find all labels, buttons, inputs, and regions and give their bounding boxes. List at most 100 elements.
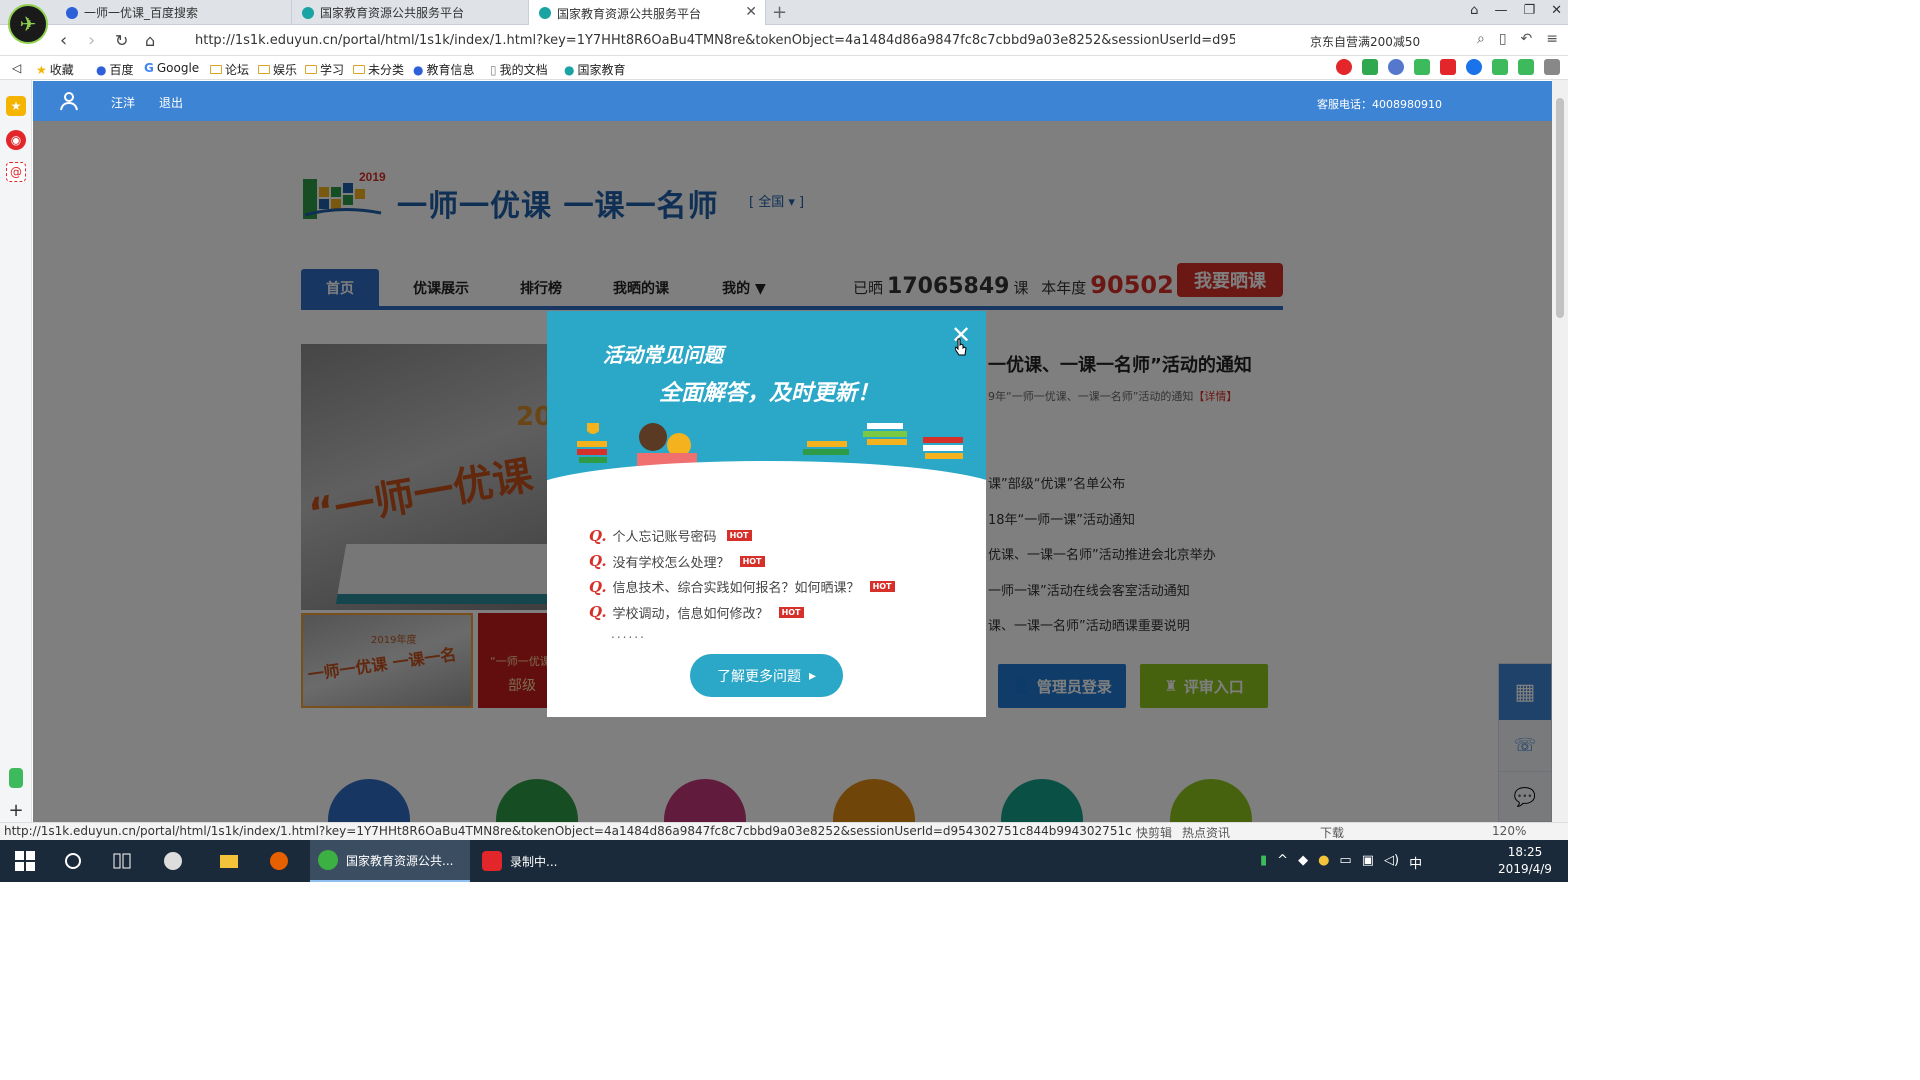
magnifier-icon[interactable] xyxy=(1466,59,1482,75)
reading-icon[interactable]: ▯ xyxy=(1499,31,1507,47)
logout-link[interactable]: 退出 xyxy=(159,94,183,111)
power-icon[interactable]: ▭ xyxy=(1339,853,1351,872)
weibo-icon[interactable]: ◉ xyxy=(6,130,26,150)
user-name-link[interactable]: 汪洋 xyxy=(111,94,135,111)
gamepad-icon[interactable] xyxy=(1492,59,1508,75)
tab-bar: 一师一优课_百度搜索 国家教育资源公共服务平台 国家教育资源公共服务平台 ✕ +… xyxy=(0,0,1568,26)
ime-indicator[interactable]: 中 xyxy=(1409,853,1422,872)
security-icon[interactable] xyxy=(1518,59,1534,75)
chevron-up-icon[interactable]: ^ xyxy=(1277,853,1288,872)
window-controls: ⌂ — ❐ ✕ xyxy=(1470,3,1562,18)
document-icon: ▯ xyxy=(490,62,497,77)
page-scrollbar[interactable] xyxy=(1552,80,1568,822)
close-window-button[interactable]: ✕ xyxy=(1551,3,1562,18)
sidebar-toggle-icon[interactable]: ◁ xyxy=(12,61,21,75)
faq-list: Q. 个人忘记账号密码 HOT Q. 没有学校怎么处理？ HOT Q. 信息技术、综合实践… xyxy=(589,523,895,625)
restore-button[interactable]: ❐ xyxy=(1523,3,1535,18)
hot-badge: HOT xyxy=(778,606,804,618)
undo-icon[interactable]: ↶ xyxy=(1521,31,1533,47)
new-tab-button[interactable]: + xyxy=(772,2,787,23)
more-questions-button[interactable]: 了解更多问题 ▸ xyxy=(690,654,843,697)
shield-icon[interactable] xyxy=(1362,59,1378,75)
translate-icon[interactable] xyxy=(1414,59,1430,75)
search-box[interactable]: 京东自营满200减50 xyxy=(1310,33,1420,50)
folder-icon xyxy=(258,65,270,74)
browser-logo[interactable]: ✈ xyxy=(8,4,48,44)
eduyun-site-icon xyxy=(302,6,314,19)
adblock-icon[interactable] xyxy=(1336,59,1352,75)
hot-news-button[interactable]: 热点资讯 xyxy=(1182,824,1230,841)
battery-icon[interactable] xyxy=(9,768,23,788)
search-icon[interactable]: ⌕ xyxy=(1477,31,1485,47)
clock[interactable]: 18:25 2019/4/9 xyxy=(1490,844,1560,878)
modal-heading-2: 全面解答，及时更新！ xyxy=(659,381,880,406)
toolbar-right: ⌕ ▯ ↶ ≡ xyxy=(1477,31,1558,47)
bookmark-national-edu[interactable]: ● 国家教育 xyxy=(564,61,626,78)
search-icon[interactable] xyxy=(62,850,84,872)
task-view-icon[interactable] xyxy=(111,850,133,872)
menu-icon[interactable]: ≡ xyxy=(1546,31,1558,47)
forward-button[interactable]: › xyxy=(88,30,95,51)
browser-sidebar: ★ ◉ @ + xyxy=(0,80,32,822)
faq-item[interactable]: Q. 学校调动，信息如何修改？ HOT xyxy=(589,600,895,626)
modal-header: 活动常见问题 全面解答，及时更新！ ✕ xyxy=(547,311,986,541)
folder-icon xyxy=(305,65,317,74)
minimize-button[interactable]: — xyxy=(1494,3,1507,18)
faq-item[interactable]: Q. 信息技术、综合实践如何报名？如何晒课？ HOT xyxy=(589,574,895,600)
user-icon[interactable] xyxy=(59,91,79,111)
eduyun-site-icon xyxy=(539,7,551,19)
tab-eduyun-active[interactable]: 国家教育资源公共服务平台 ✕ xyxy=(529,0,766,26)
browser-app-icon xyxy=(318,850,338,870)
reload-icon[interactable]: ↻ xyxy=(115,31,128,50)
skin-icon[interactable]: ⌂ xyxy=(1470,3,1478,18)
faq-item[interactable]: Q. 没有学校怎么处理？ HOT xyxy=(589,549,895,575)
volume-icon[interactable]: ◁) xyxy=(1384,853,1399,872)
faq-ellipsis: ...... xyxy=(611,627,646,641)
network-icon[interactable]: ▣ xyxy=(1362,853,1374,872)
back-button[interactable]: ‹ xyxy=(60,30,67,51)
close-tab-icon[interactable]: ✕ xyxy=(745,4,757,20)
status-bar: http://1s1k.eduyun.cn/portal/html/1s1k/i… xyxy=(0,822,1568,840)
bookmark-uncategorized[interactable]: 未分类 xyxy=(353,61,404,78)
battery-icon[interactable]: ▮ xyxy=(1260,853,1267,872)
taskbar-recorder[interactable]: 录制中... xyxy=(474,840,629,882)
globe-icon[interactable] xyxy=(1388,59,1404,75)
add-icon[interactable]: + xyxy=(6,800,26,821)
tab-baidu-search[interactable]: 一师一优课_百度搜索 xyxy=(56,0,292,25)
apps-grid-icon[interactable] xyxy=(1544,59,1560,75)
bookmark-entertainment[interactable]: 娱乐 xyxy=(258,61,297,78)
pinwheel-app-icon[interactable] xyxy=(162,850,184,872)
firefox-icon[interactable] xyxy=(268,850,290,872)
email-icon[interactable]: @ xyxy=(6,162,26,182)
status-url: http://1s1k.eduyun.cn/portal/html/1s1k/i… xyxy=(4,824,1132,838)
tab-eduyun-1[interactable]: 国家教育资源公共服务平台 xyxy=(292,0,529,25)
quick-clip-button[interactable]: 快剪辑 xyxy=(1136,824,1172,841)
faq-item[interactable]: Q. 个人忘记账号密码 HOT xyxy=(589,523,895,549)
zoom-level[interactable]: 120% xyxy=(1492,824,1526,841)
360-icon[interactable]: ● xyxy=(1318,853,1329,872)
scissors-icon[interactable] xyxy=(1440,59,1456,75)
google-icon: G xyxy=(144,61,154,75)
url-field[interactable]: http://1s1k.eduyun.cn/portal/html/1s1k/i… xyxy=(195,33,1235,48)
faq-modal: 活动常见问题 全面解答，及时更新！ ✕ Q. 个人忘记账号密码 HOT Q. 没有学校… xyxy=(547,311,986,717)
dropbox-icon[interactable]: ◆ xyxy=(1298,853,1308,872)
bookmark-forum[interactable]: 论坛 xyxy=(210,61,249,78)
home-icon[interactable]: ⌂ xyxy=(145,31,155,50)
bookmark-my-docs[interactable]: ▯ 我的文档 xyxy=(490,61,548,78)
file-explorer-icon[interactable] xyxy=(218,850,240,872)
windows-start-icon[interactable] xyxy=(14,850,36,872)
star-icon[interactable]: ★ xyxy=(6,96,26,116)
bookmark-baidu[interactable]: ● 百度 xyxy=(96,61,134,78)
address-bar: ‹ › ↻ ⌂ http://1s1k.eduyun.cn/portal/htm… xyxy=(0,25,1568,56)
site-topbar: 汪洋 退出 客服电话：4008980910 xyxy=(33,81,1552,121)
bookmark-google[interactable]: G Google xyxy=(144,61,199,75)
windows-taskbar: 国家教育资源公共... 录制中... ▮ ^ ◆ ● ▭ ▣ ◁) 中 18:2… xyxy=(0,840,1568,882)
bookmark-study[interactable]: 学习 xyxy=(305,61,344,78)
system-tray: ▮ ^ ◆ ● ▭ ▣ ◁) 中 xyxy=(1260,853,1422,872)
folder-icon xyxy=(210,65,222,74)
taskbar-browser[interactable]: 国家教育资源公共... xyxy=(310,840,470,882)
scroll-thumb[interactable] xyxy=(1556,98,1564,318)
download-button[interactable]: 下载 xyxy=(1320,824,1344,841)
bookmark-favorites[interactable]: ★ 收藏 xyxy=(36,61,74,78)
bookmark-education-info[interactable]: ● 教育信息 xyxy=(413,61,475,78)
